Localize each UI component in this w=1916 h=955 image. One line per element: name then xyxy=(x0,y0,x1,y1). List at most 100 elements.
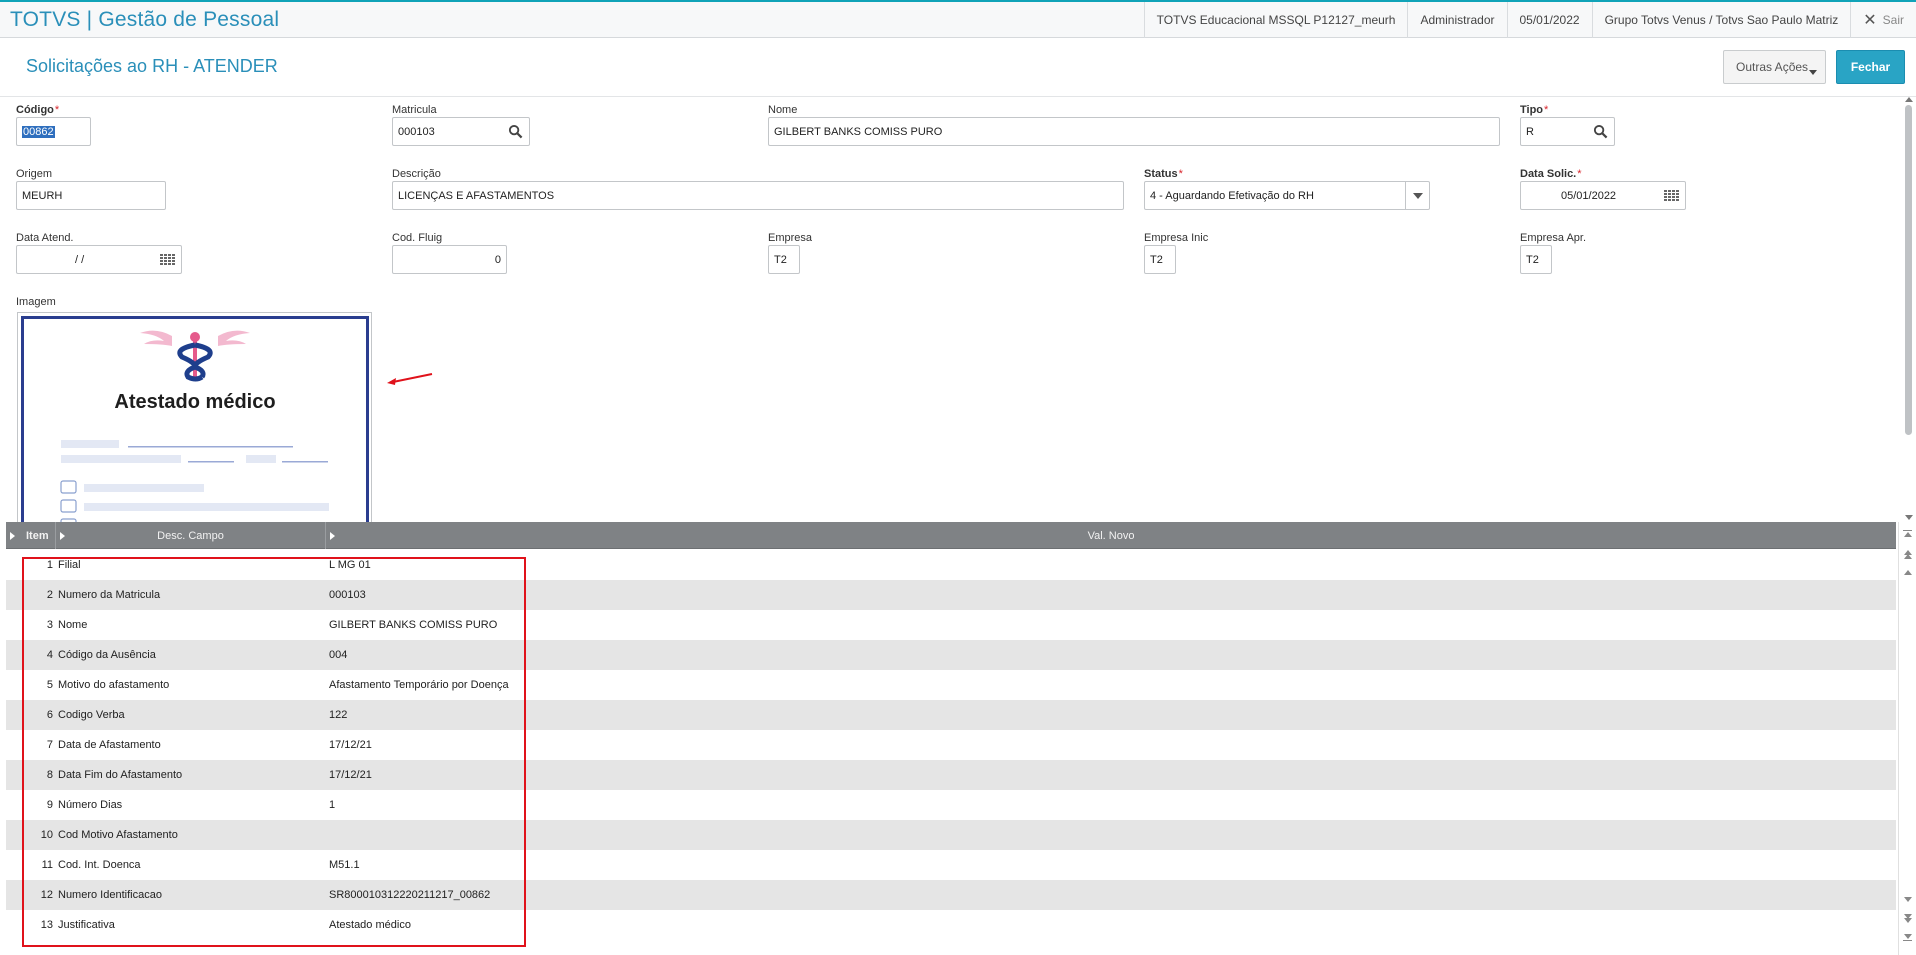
empresa-inic-input[interactable]: T2 xyxy=(1144,245,1176,274)
descricao-input[interactable]: LICENÇAS E AFASTAMENTOS xyxy=(392,181,1124,210)
scroll-up-icon[interactable] xyxy=(1905,97,1913,102)
calendar-icon[interactable] xyxy=(1664,190,1680,202)
cod-fluig-label: Cod. Fluig xyxy=(392,232,443,244)
logout-label: Sair xyxy=(1882,13,1904,27)
other-actions-label: Outras Ações xyxy=(1736,60,1809,74)
table-row[interactable]: 7 Data de Afastamento 17/12/21 xyxy=(6,730,1896,760)
table-row[interactable]: 10 Cod Motivo Afastamento xyxy=(6,820,1896,850)
matricula-input[interactable]: 000103 xyxy=(392,117,530,146)
imagem-label: Imagem xyxy=(16,296,56,308)
data-atend-input[interactable]: / / xyxy=(16,245,182,274)
nome-label: Nome xyxy=(768,104,798,116)
cod-fluig-value: 0 xyxy=(494,253,501,266)
empresa-input[interactable]: T2 xyxy=(768,245,800,274)
data-solic-value: 05/01/2022 xyxy=(1561,189,1617,202)
logout-button[interactable]: ✕ Sair xyxy=(1850,2,1916,38)
matricula-label: Matricula xyxy=(392,104,437,116)
caduceus-icon xyxy=(60,330,329,524)
origem-value: MEURH xyxy=(22,189,63,202)
app-title: TOTVS | Gestão de Pessoal xyxy=(10,8,280,31)
descricao-label: Descrição xyxy=(392,168,441,180)
grid-header: Item Desc. Campo Val. Novo xyxy=(6,522,1896,549)
data-solic-label: Data Solic.* xyxy=(1520,168,1582,180)
scroll-down-icon[interactable] xyxy=(1904,897,1912,902)
user-label: Administrador xyxy=(1407,2,1506,38)
caret-right-icon xyxy=(10,532,15,540)
status-value: 4 - Aguardando Efetivação do RH xyxy=(1150,189,1314,202)
empresa-inic-label: Empresa Inic xyxy=(1144,232,1209,244)
image-viewer[interactable]: Atestado médico xyxy=(17,312,372,525)
caret-right-icon xyxy=(330,532,335,540)
table-row[interactable]: 4 Código da Ausência 004 xyxy=(6,640,1896,670)
empresa-apr-label: Empresa Apr. xyxy=(1520,232,1587,244)
table-row[interactable]: 5 Motivo do afastamento Afastamento Temp… xyxy=(6,670,1896,700)
column-header-val[interactable]: Val. Novo xyxy=(326,522,1896,549)
dropdown-button[interactable] xyxy=(1405,182,1429,209)
caret-down-icon xyxy=(1809,70,1817,75)
origem-input[interactable]: MEURH xyxy=(16,181,166,210)
tipo-label: Tipo* xyxy=(1520,104,1549,116)
cod-fluig-input[interactable]: 0 xyxy=(392,245,507,274)
annotation-arrow-icon xyxy=(387,373,433,385)
environment-label: TOTVS Educacional MSSQL P12127_meurh xyxy=(1143,2,1408,38)
close-icon: ✕ xyxy=(1863,12,1877,29)
origem-label: Origem xyxy=(16,168,53,180)
table-row[interactable]: 12 Numero Identificacao SR80001031222021… xyxy=(6,880,1896,910)
search-icon[interactable] xyxy=(508,124,523,139)
data-solic-input[interactable]: 05/01/2022 xyxy=(1520,181,1686,210)
page-up-icon-2 xyxy=(1904,554,1912,559)
data-atend-label: Data Atend. xyxy=(16,232,74,244)
tipo-input[interactable]: R xyxy=(1520,117,1615,146)
table-row[interactable]: 3 Nome GILBERT BANKS COMISS PURO xyxy=(6,610,1896,640)
column-header-item[interactable]: Item xyxy=(6,522,56,549)
table-row[interactable]: 9 Número Dias 1 xyxy=(6,790,1896,820)
grid-body: 1 Filial L MG 01 2 Numero da Matricula 0… xyxy=(6,550,1896,955)
codigo-value: 00862 xyxy=(22,125,55,138)
page-down-icon-2 xyxy=(1904,918,1912,923)
table-row[interactable]: 2 Numero da Matricula 000103 xyxy=(6,580,1896,610)
search-icon[interactable] xyxy=(1593,124,1608,139)
scroll-bottom-arrow-icon[interactable] xyxy=(1904,934,1912,939)
changes-grid: Item Desc. Campo Val. Novo 1 Filial L MG… xyxy=(6,522,1896,955)
empresa-apr-input[interactable]: T2 xyxy=(1520,245,1552,274)
scroll-down-icon[interactable] xyxy=(1905,515,1913,520)
top-bar: TOTVS | Gestão de Pessoal TOTVS Educacio… xyxy=(0,0,1916,38)
scroll-up-icon[interactable] xyxy=(1904,570,1912,575)
app-window: TOTVS | Gestão de Pessoal TOTVS Educacio… xyxy=(0,0,1916,955)
medical-certificate-image: Atestado médico xyxy=(21,316,369,524)
empresa-value: T2 xyxy=(774,253,787,266)
tipo-value: R xyxy=(1526,125,1534,138)
session-info: TOTVS Educacional MSSQL P12127_meurh Adm… xyxy=(1143,2,1916,38)
codigo-label: Código* xyxy=(16,104,60,116)
nome-input[interactable]: GILBERT BANKS COMISS PURO xyxy=(768,117,1500,146)
table-row[interactable]: 6 Codigo Verba 122 xyxy=(6,700,1896,730)
nome-value: GILBERT BANKS COMISS PURO xyxy=(774,125,943,138)
scroll-top-arrow-icon xyxy=(1904,532,1912,537)
table-row[interactable]: 11 Cod. Int. Doenca M51.1 xyxy=(6,850,1896,880)
table-row[interactable]: 1 Filial L MG 01 xyxy=(6,550,1896,580)
status-select[interactable]: 4 - Aguardando Efetivação do RH xyxy=(1144,181,1430,210)
grid-scrollbar[interactable] xyxy=(1898,522,1916,955)
scroll-thumb[interactable] xyxy=(1905,105,1912,435)
calendar-icon[interactable] xyxy=(160,254,176,266)
caret-right-icon xyxy=(60,532,65,540)
document-title: Atestado médico xyxy=(114,391,276,413)
form-scrollbar[interactable] xyxy=(1901,97,1916,522)
scroll-top-icon[interactable] xyxy=(1903,530,1912,531)
data-atend-value: / / xyxy=(75,253,85,266)
page-header: Solicitações ao RH - ATENDER Outras Açõe… xyxy=(0,38,1916,97)
empresa-label: Empresa xyxy=(768,232,813,244)
table-row[interactable]: 8 Data Fim do Afastamento 17/12/21 xyxy=(6,760,1896,790)
matricula-value: 000103 xyxy=(398,125,435,138)
empresa-inic-value: T2 xyxy=(1150,253,1163,266)
codigo-input[interactable]: 00862 xyxy=(16,117,91,146)
other-actions-button[interactable]: Outras Ações xyxy=(1723,50,1826,84)
scroll-bottom-icon xyxy=(1903,940,1912,941)
date-label: 05/01/2022 xyxy=(1506,2,1592,38)
table-row[interactable]: 13 Justificativa Atestado médico xyxy=(6,910,1896,940)
column-header-desc[interactable]: Desc. Campo xyxy=(56,522,326,549)
company-label: Grupo Totvs Venus / Totvs Sao Paulo Matr… xyxy=(1591,2,1851,38)
empresa-apr-value: T2 xyxy=(1526,253,1539,266)
close-button[interactable]: Fechar xyxy=(1836,50,1905,84)
page-title: Solicitações ao RH - ATENDER xyxy=(26,56,278,76)
